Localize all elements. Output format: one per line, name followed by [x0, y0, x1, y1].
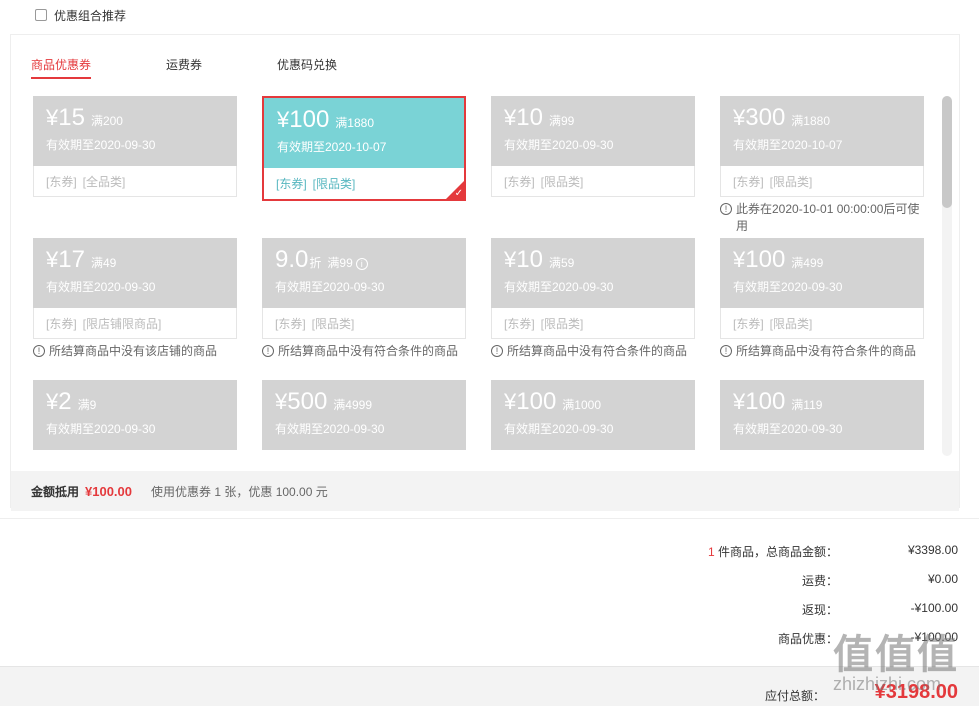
info-icon: !: [491, 345, 503, 357]
tab-shipping-coupons[interactable]: 运费券: [166, 56, 202, 77]
coupon-list: ¥15 满200 有效期至2020-09-30 [东券] [全品类] ¥100 满18…: [33, 96, 933, 456]
coupon-card[interactable]: ¥500 满4999 有效期至2020-09-30: [262, 380, 466, 450]
coupon-card[interactable]: ¥2 满9 有效期至2020-09-30: [33, 380, 237, 450]
tab-code-redeem[interactable]: 优惠码兑换: [277, 56, 337, 77]
info-icon[interactable]: i: [355, 258, 368, 270]
total-row-items: 1 件商品，总商品金额： ¥3398.00: [708, 543, 958, 572]
info-icon: !: [720, 203, 732, 215]
coupon-note: ! 所结算商品中没有符合条件的商品: [491, 343, 695, 360]
coupon-card[interactable]: ¥100 满1000 有效期至2020-09-30: [491, 380, 695, 450]
item-count: 1: [707, 545, 715, 559]
payable-label: 应付总额：: [764, 689, 825, 703]
coupon-note: ! 所结算商品中没有符合条件的商品: [720, 343, 924, 360]
summary-amount: ¥100.00: [85, 483, 133, 499]
divider: [0, 518, 979, 519]
items-amount: ¥3398.00: [907, 543, 958, 557]
info-icon: !: [262, 345, 274, 357]
checkbox-box[interactable]: [35, 9, 47, 21]
info-icon: !: [33, 345, 45, 357]
tab-product-coupons[interactable]: 商品优惠券: [31, 56, 92, 79]
shipping-amount: ¥0.00: [927, 572, 958, 586]
coupon-note: ! 此券在2020-10-01 00:00:00后可使用: [720, 201, 924, 235]
combo-recommend-label: 优惠组合推荐: [54, 8, 127, 23]
coupon-card[interactable]: ¥10 满59 有效期至2020-09-30 [东券] [限品类] ! 所结算商品中没…: [491, 238, 695, 360]
coupon-card[interactable]: ¥100 满119 有效期至2020-09-30: [720, 380, 924, 450]
coupon-card[interactable]: ¥300 满1880 有效期至2020-10-07 [东券] [限品类] ! 此券在2…: [720, 96, 924, 235]
coupon-note: ! 所结算商品中没有符合条件的商品: [262, 343, 466, 360]
coupon-card[interactable]: 9.0 折满99 i 有效期至2020-09-30 [东券] [限品类] ! 所结算商品…: [262, 238, 466, 360]
coupon-card[interactable]: ¥10 满99 有效期至2020-09-30 [东券] [限品类]: [491, 96, 695, 197]
coupon-card[interactable]: ¥100 满499 有效期至2020-09-30 [东券] [限品类] ! 所结算商品…: [720, 238, 924, 360]
summary-description: 使用优惠券 1 张，优惠 100.00 元: [151, 484, 328, 499]
coupon-card-selected[interactable]: ¥100 满1880 有效期至2020-10-07 [东券] [限品类] ✓: [262, 96, 466, 201]
info-icon: !: [720, 345, 732, 357]
coupon-scrollbar[interactable]: [942, 96, 952, 456]
coupon-panel: 商品优惠券 运费券 优惠码兑换 ¥15 满200 有效期至2020-09-30 […: [10, 34, 960, 511]
watermark-logo: 值值值 zhizhizhi.com: [833, 633, 959, 694]
coupon-note: ! 所结算商品中没有该店铺的商品: [33, 343, 237, 360]
coupon-summary-bar: 金额抵用 ¥100.00 使用优惠券 1 张，优惠 100.00 元: [11, 471, 959, 511]
total-row-shipping: 运费： ¥0.00: [708, 572, 958, 601]
scrollbar-thumb[interactable]: [942, 96, 952, 208]
coupon-card[interactable]: ¥17 满49 有效期至2020-09-30 [东券] [限店铺限商品] ! 所结算商…: [33, 238, 237, 360]
summary-label: 金额抵用: [31, 484, 80, 499]
coupon-card[interactable]: ¥15 满200 有效期至2020-09-30 [东券] [全品类]: [33, 96, 237, 197]
checkmark-icon: ✓: [454, 188, 463, 199]
combo-recommend-checkbox[interactable]: 优惠组合推荐: [35, 6, 126, 24]
